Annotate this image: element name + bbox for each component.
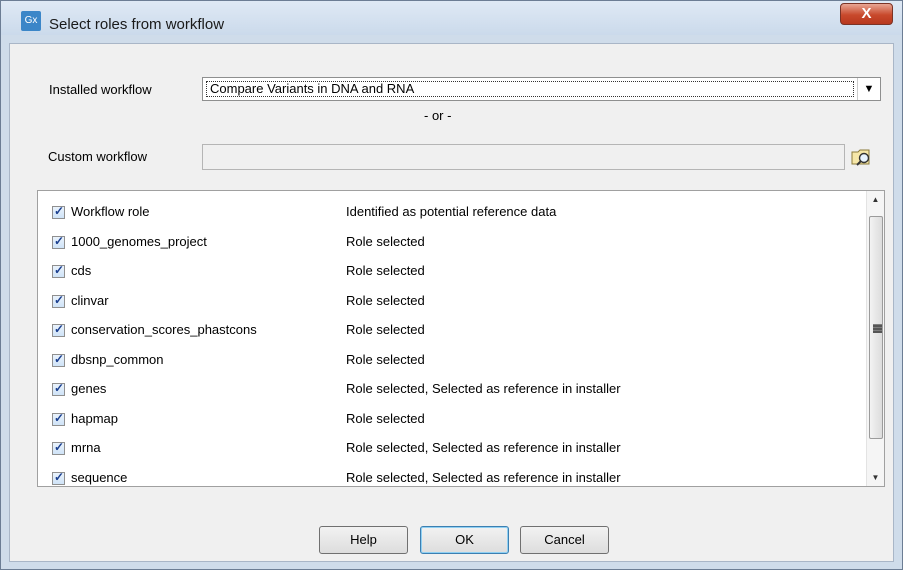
role-status: Role selected, Selected as reference in … [346,381,621,396]
role-checkbox[interactable] [52,352,65,367]
dialog-body: Installed workflow Compare Variants in D… [9,43,894,562]
role-name: 1000_genomes_project [71,233,207,249]
ok-button[interactable]: OK [420,526,509,554]
role-row[interactable]: conservation_scores_phastcons Role select… [38,317,868,347]
browse-folder-icon[interactable] [849,145,875,169]
role-name: sequence [71,469,128,485]
role-name: clinvar [71,292,109,308]
role-status: Role selected [346,410,425,426]
role-name: dbsnp_common [71,351,164,367]
role-name: mrna [71,440,101,455]
scroll-down-icon[interactable]: ▼ [867,469,884,486]
app-icon: Gx [21,11,41,31]
scroll-up-icon[interactable]: ▲ [867,191,884,208]
role-checkbox[interactable] [52,381,65,396]
or-separator: - or - [424,108,452,123]
title-bar[interactable]: Gx Select roles from workflow X [1,1,902,35]
role-status: Role selected [346,233,425,249]
dialog-window: Gx Select roles from workflow X Installe… [0,0,903,570]
role-name: conservation_scores_phastcons [71,322,257,337]
role-status: Role selected [346,292,425,308]
role-row[interactable]: genes Role selected, Selected as referenc… [38,376,868,406]
role-checkbox[interactable] [52,293,65,308]
grip-icon: ▬ ▬ ▬ [873,319,882,335]
role-checkbox[interactable] [52,322,65,337]
installed-workflow-label: Installed workflow [49,82,152,97]
role-name: Workflow role [71,204,150,219]
dialog-title: Select roles from workflow [49,16,225,33]
role-row[interactable]: mrna Role selected, Selected as reference… [38,435,868,465]
role-name: cds [71,263,92,278]
role-row[interactable]: cds Role selected [38,258,868,288]
role-checkbox[interactable] [52,204,65,219]
role-row[interactable]: clinvar Role selected [38,288,868,318]
role-checkbox[interactable] [52,234,65,249]
role-row[interactable]: sequence Role selected, Selected as refer… [38,465,868,487]
role-status: Role selected, Selected as reference in … [346,440,621,455]
role-status: Role selected [346,322,425,337]
vertical-scrollbar[interactable]: ▲ ▬ ▬ ▬ ▼ [866,191,884,486]
installed-workflow-value: Compare Variants in DNA and RNA [210,81,415,96]
role-row[interactable]: hapmap Role selected [38,406,868,436]
cancel-button[interactable]: Cancel [520,526,609,554]
role-row[interactable]: 1000_genomes_project Role selected [38,229,868,259]
custom-workflow-label: Custom workflow [48,149,147,164]
role-row[interactable]: dbsnp_common Role selected [38,347,868,377]
role-status: Role selected [346,263,425,278]
chevron-down-icon[interactable]: ▼ [857,78,880,100]
roles-list[interactable]: Workflow role Identified as potential ref… [37,190,885,487]
role-status: Role selected [346,351,425,367]
help-button[interactable]: Help [319,526,408,554]
installed-workflow-select[interactable]: Compare Variants in DNA and RNA ▼ [202,77,881,101]
close-button[interactable]: X [840,3,893,25]
role-checkbox[interactable] [52,411,65,426]
role-checkbox[interactable] [52,263,65,278]
role-row[interactable]: Workflow role Identified as potential ref… [38,199,868,229]
role-name: hapmap [71,410,118,426]
role-status: Identified as potential reference data [346,204,557,219]
role-status: Role selected, Selected as reference in … [346,469,621,485]
scrollbar-thumb[interactable]: ▬ ▬ ▬ [869,216,883,439]
role-checkbox[interactable] [52,470,65,485]
role-name: genes [71,381,107,396]
custom-workflow-field[interactable] [202,144,845,170]
role-checkbox[interactable] [52,440,65,455]
